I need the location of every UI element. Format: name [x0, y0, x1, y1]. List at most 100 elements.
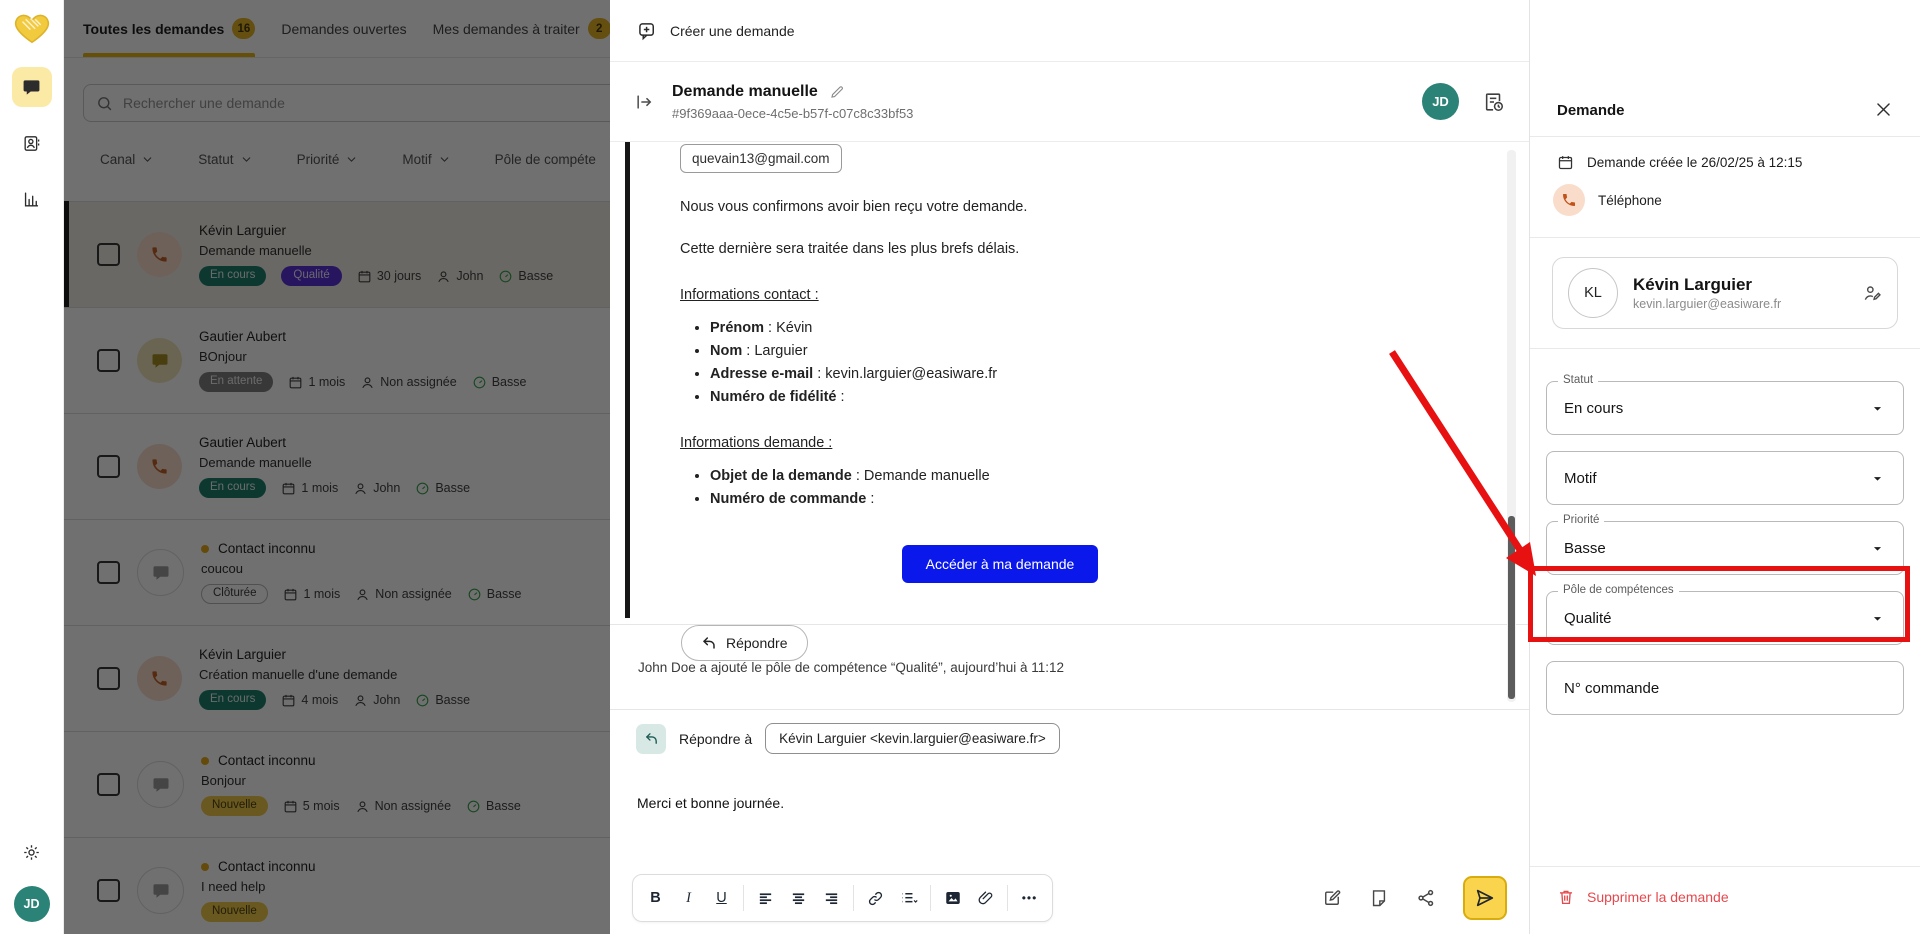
motif-select[interactable]: Motif	[1546, 451, 1904, 505]
sender-email-chip[interactable]: quevain13@gmail.com	[680, 144, 842, 173]
saved-replies-button[interactable]	[1322, 888, 1342, 908]
align-right-button[interactable]	[815, 881, 848, 915]
delete-request-button[interactable]: Supprimer la demande	[1530, 866, 1920, 934]
channel-row: Téléphone	[1557, 184, 1893, 216]
request-row[interactable]: Kévin Larguier Création manuelle d'une d…	[64, 625, 610, 731]
request-row[interactable]: Contact inconnu coucou Clôturée 1 mois N…	[64, 519, 610, 625]
more-options-button[interactable]: •••	[1013, 881, 1046, 915]
search-input[interactable]: Rechercher une demande	[83, 84, 610, 122]
nav-stats-button[interactable]	[12, 179, 52, 219]
thread-scrollbar[interactable]	[1507, 150, 1516, 702]
history-button[interactable]	[1483, 91, 1505, 113]
row-checkbox[interactable]	[97, 349, 120, 372]
list-icon	[899, 889, 918, 908]
status-badge: En cours	[199, 690, 266, 710]
row-checkbox[interactable]	[97, 879, 120, 902]
internal-note-button[interactable]	[1369, 888, 1389, 908]
person-icon	[355, 799, 370, 814]
thread-title: Demande manuelle	[672, 83, 818, 101]
contact-avatar: KL	[1568, 268, 1618, 318]
request-row[interactable]: Gautier Aubert BOnjour En attente 1 mois…	[64, 307, 610, 413]
align-right-icon	[823, 890, 840, 907]
row-checkbox[interactable]	[97, 243, 120, 266]
reply-draft-text[interactable]: Merci et bonne journée.	[637, 795, 784, 811]
row-checkbox[interactable]	[97, 667, 120, 690]
panel-title: Demande	[1557, 102, 1625, 119]
edit-contact-button[interactable]	[1862, 283, 1882, 303]
link-button[interactable]	[859, 881, 892, 915]
underline-button[interactable]: U	[705, 881, 738, 915]
person-icon	[353, 693, 368, 708]
tab-my-requests[interactable]: Mes demandes à traiter 2	[433, 0, 610, 57]
edit-title-button[interactable]	[829, 84, 845, 100]
filter-bar: Canal Statut Priorité Motif Pôle de comp…	[100, 152, 610, 167]
bold-button[interactable]: B	[639, 881, 672, 915]
thread-header: Demande manuelle #9f369aaa-0ece-4c5e-b57…	[610, 62, 1529, 142]
contact-card[interactable]: KL Kévin Larguier kevin.larguier@easiwar…	[1552, 257, 1898, 329]
filter-motif[interactable]: Motif	[402, 152, 450, 167]
order-number-input[interactable]: N° commande	[1546, 661, 1904, 715]
request-row[interactable]: Contact inconnu I need help Nouvelle	[64, 837, 610, 934]
attach-file-button[interactable]	[969, 881, 1002, 915]
priority-gauge-icon	[415, 481, 430, 496]
collapse-panel-button[interactable]	[634, 92, 654, 112]
contact-name: Kévin Larguier	[199, 223, 553, 238]
field-label: Priorité	[1558, 514, 1604, 526]
email-message: quevain13@gmail.com Nous vous confirmons…	[610, 142, 1529, 625]
close-panel-button[interactable]	[1874, 100, 1893, 119]
nav-contacts-button[interactable]	[12, 123, 52, 163]
list-button[interactable]	[892, 881, 925, 915]
request-subject: Demande manuelle	[199, 455, 470, 470]
contact-name: Contact inconnu	[201, 541, 522, 556]
chat-bubble-icon	[22, 78, 41, 97]
filter-label: Statut	[198, 152, 233, 167]
insert-image-button[interactable]	[936, 881, 969, 915]
list-item: Numéro de fidélité :	[710, 389, 1320, 405]
access-request-button[interactable]: Accéder à ma demande	[902, 545, 1099, 583]
status-badge: Nouvelle	[201, 796, 268, 816]
nav-requests-button[interactable]	[12, 67, 52, 107]
priority-meta: Basse	[472, 375, 527, 390]
request-subject: BOnjour	[199, 349, 526, 364]
row-checkbox[interactable]	[97, 455, 120, 478]
priority-meta: Basse	[467, 587, 522, 602]
request-row[interactable]: Contact inconnu Bonjour Nouvelle 5 mois …	[64, 731, 610, 837]
filter-canal[interactable]: Canal	[100, 152, 154, 167]
calendar-icon	[281, 481, 296, 496]
scrollbar-thumb[interactable]	[1508, 516, 1515, 699]
created-date-row: Demande créée le 26/02/25 à 12:15	[1557, 154, 1893, 171]
settings-button[interactable]	[12, 832, 52, 872]
create-request-bar: Créer une demande	[610, 0, 1529, 62]
status-select[interactable]: Statut En cours	[1546, 381, 1904, 435]
request-row[interactable]: Gautier Aubert Demande manuelle En cours…	[64, 413, 610, 519]
share-button[interactable]	[1416, 888, 1436, 908]
phone-channel-icon	[1553, 184, 1585, 216]
activity-text: John Doe a ajouté le pôle de compétence …	[638, 660, 1064, 675]
filter-priorite[interactable]: Priorité	[297, 152, 359, 167]
pole-competences-select[interactable]: Pôle de compétences Qualité	[1546, 591, 1904, 645]
recipient-chip[interactable]: Kévin Larguier <kevin.larguier@easiware.…	[765, 723, 1060, 754]
filter-pole[interactable]: Pôle de compéte	[495, 152, 596, 167]
row-checkbox[interactable]	[97, 561, 120, 584]
tab-open-requests[interactable]: Demandes ouvertes	[281, 0, 406, 57]
user-avatar[interactable]: JD	[14, 886, 50, 922]
send-button[interactable]	[1463, 876, 1507, 920]
align-center-button[interactable]	[782, 881, 815, 915]
note-edit-icon	[1322, 888, 1342, 908]
caret-down-icon	[1869, 610, 1886, 627]
tab-all-requests[interactable]: Toutes les demandes 16	[83, 0, 255, 57]
image-icon	[944, 889, 962, 907]
align-left-button[interactable]	[749, 881, 782, 915]
assignee-avatar[interactable]: JD	[1422, 83, 1459, 120]
create-request-button[interactable]: Créer une demande	[670, 23, 795, 39]
chevron-down-icon	[345, 153, 358, 166]
caret-down-icon	[1869, 400, 1886, 417]
field-label: Statut	[1558, 374, 1598, 386]
request-row-selected[interactable]: Kévin Larguier Demande manuelle En cours…	[64, 201, 610, 307]
note-icon	[1369, 888, 1389, 908]
filter-statut[interactable]: Statut	[198, 152, 252, 167]
status-badge: Clôturée	[201, 584, 268, 604]
priority-select[interactable]: Priorité Basse	[1546, 521, 1904, 575]
italic-button[interactable]: I	[672, 881, 705, 915]
row-checkbox[interactable]	[97, 773, 120, 796]
